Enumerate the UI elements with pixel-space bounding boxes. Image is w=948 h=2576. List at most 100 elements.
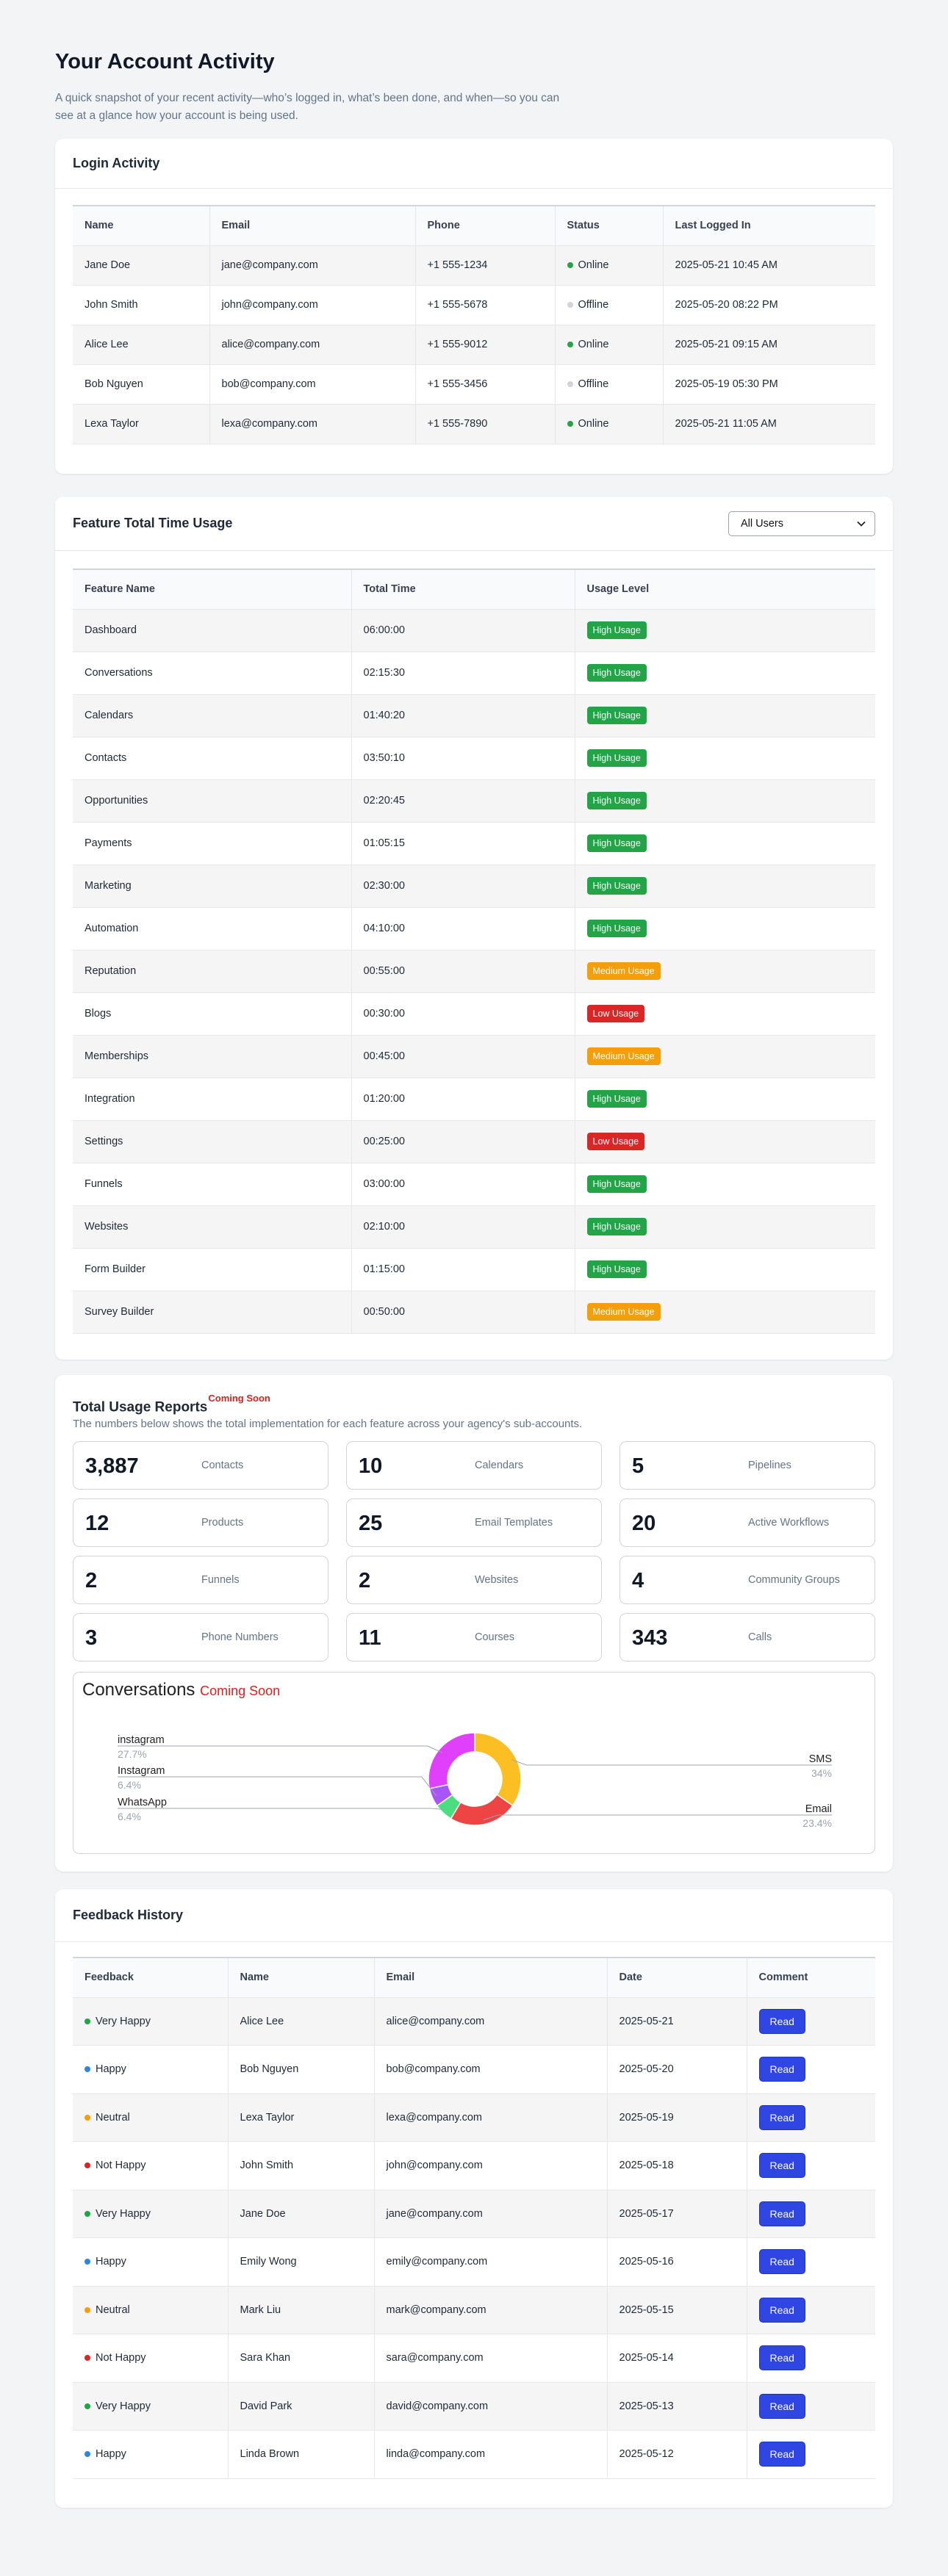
feedback-email: david@company.com — [374, 2382, 608, 2431]
feedback-dot-icon — [85, 2210, 90, 2217]
usage-level-badge: High Usage — [586, 621, 647, 639]
usage-level-cell: High Usage — [575, 907, 875, 950]
read-comment-button[interactable]: Read — [758, 2345, 805, 2371]
feedback-history-card: Feedback History Feedback Name Email Date Co… — [55, 1889, 893, 2508]
table-row: Jane Doe jane@company.com +1 555-1234 Onlin… — [73, 245, 875, 286]
donut-label: Instagram — [118, 1765, 165, 1777]
usage-level-cell: High Usage — [575, 1205, 875, 1249]
comment-cell: Read — [747, 1997, 875, 2046]
table-row: Automation 04:10:00 High Usage — [73, 907, 875, 950]
login-table-column-header: Status — [555, 206, 664, 246]
feature-name: Dashboard — [73, 609, 352, 652]
status-label: Online — [578, 418, 609, 430]
feedback-dot-icon — [85, 2403, 90, 2409]
read-comment-button[interactable]: Read — [758, 2104, 805, 2130]
feedback-date: 2025-05-19 — [607, 2093, 747, 2142]
table-row: Very Happy Alice Lee alice@company.com 2025… — [73, 1997, 875, 2046]
feedback-email: alice@company.com — [374, 1997, 608, 2046]
feedback-name: Bob Nguyen — [228, 2045, 375, 2094]
usage-level-badge: High Usage — [586, 749, 647, 767]
user-email: lexa@company.com — [209, 404, 416, 444]
feature-name: Blogs — [73, 992, 352, 1036]
stat-label: Products — [201, 1517, 244, 1529]
donut-percent: 6.4% — [118, 1779, 141, 1791]
read-comment-button[interactable]: Read — [758, 2153, 805, 2179]
status-dot-icon — [567, 302, 573, 309]
read-comment-button[interactable]: Read — [758, 2297, 805, 2323]
usage-level-cell: Low Usage — [575, 992, 875, 1036]
user-status: Online — [555, 404, 664, 444]
usage-reports-description: The numbers below shows the total implem… — [73, 1418, 583, 1430]
feedback-name: Linda Brown — [228, 2430, 375, 2479]
feature-name: Automation — [73, 907, 352, 950]
stat-value: 2 — [85, 1569, 98, 1592]
feedback-dot-icon — [85, 2451, 90, 2458]
user-status: Offline — [555, 364, 664, 405]
table-row: Survey Builder 00:50:00 Medium Usage — [73, 1291, 875, 1334]
feedback-email: jane@company.com — [374, 2190, 608, 2238]
stat-label: Phone Numbers — [201, 1631, 279, 1643]
status-dot-icon — [567, 381, 573, 388]
usage-level-cell: High Usage — [575, 652, 875, 695]
feature-usage-table: Feature Name Total Time Usage Level Dashbo… — [73, 569, 875, 1334]
conversations-panel: Conversations Coming Soon instagram 27.7%… — [73, 1672, 875, 1854]
feature-name: Survey Builder — [73, 1291, 352, 1334]
feature-usage-card: Feature Total Time Usage All Users Featu… — [55, 497, 893, 1360]
user-phone: +1 555-9012 — [415, 325, 556, 365]
read-comment-button[interactable]: Read — [758, 2442, 805, 2467]
table-row: Calendars 01:40:20 High Usage — [73, 694, 875, 737]
feedback-cell: Not Happy — [73, 2334, 229, 2383]
feedback-label: Very Happy — [96, 2400, 151, 2412]
feedback-dot-icon — [85, 2066, 90, 2073]
table-row: Contacts 03:50:10 High Usage — [73, 737, 875, 780]
table-row: Memberships 00:45:00 Medium Usage — [73, 1035, 875, 1078]
feedback-date: 2025-05-18 — [607, 2141, 747, 2190]
feature-name: Websites — [73, 1205, 352, 1249]
comment-cell: Read — [747, 2141, 875, 2190]
feedback-email: mark@company.com — [374, 2286, 608, 2334]
read-comment-button[interactable]: Read — [758, 2201, 805, 2226]
read-comment-button[interactable]: Read — [758, 2249, 805, 2275]
feedback-dot-icon — [85, 2259, 90, 2265]
feedback-name: David Park — [228, 2382, 375, 2431]
usage-level-cell: Medium Usage — [575, 1291, 875, 1334]
last-logged-in: 2025-05-21 11:05 AM — [663, 404, 875, 444]
feedback-dot-icon — [85, 2306, 90, 2313]
usage-level-badge: Low Usage — [586, 1133, 645, 1150]
feature-total-time: 03:00:00 — [351, 1163, 575, 1206]
usage-reports-card: Total Usage ReportsComing Soon The numbe… — [55, 1375, 893, 1872]
stat-label: Courses — [475, 1631, 514, 1643]
user-filter-select[interactable]: All Users — [728, 510, 875, 536]
feedback-cell: Very Happy — [73, 1997, 229, 2046]
feedback-table-column-header: Comment — [747, 1958, 875, 1998]
user-email: jane@company.com — [209, 245, 416, 286]
usage-level-badge: High Usage — [586, 1175, 647, 1193]
table-row: Marketing 02:30:00 High Usage — [73, 865, 875, 908]
comment-cell: Read — [747, 2286, 875, 2334]
user-name: Bob Nguyen — [73, 364, 210, 405]
feedback-label: Very Happy — [96, 2207, 151, 2220]
read-comment-button[interactable]: Read — [758, 2393, 805, 2419]
feature-name: Contacts — [73, 737, 352, 780]
stat-value: 11 — [359, 1626, 381, 1650]
feedback-email: john@company.com — [374, 2141, 608, 2190]
usage-stat-websites: 2 Websites — [346, 1556, 602, 1604]
read-comment-button[interactable]: Read — [758, 2008, 805, 2034]
usage-level-cell: High Usage — [575, 779, 875, 823]
table-row: Payments 01:05:15 High Usage — [73, 822, 875, 865]
feedback-date: 2025-05-16 — [607, 2237, 747, 2287]
stat-label: Contacts — [201, 1460, 244, 1471]
usage-stat-email-templates: 25 Email Templates — [346, 1498, 602, 1547]
donut-percent: 27.7% — [118, 1748, 147, 1760]
user-phone: +1 555-5678 — [415, 285, 556, 325]
status-dot-icon — [567, 342, 573, 348]
donut-leader-line — [118, 1745, 442, 1753]
table-row: Happy Bob Nguyen bob@company.com 2025-05-20… — [73, 2045, 875, 2094]
feedback-date: 2025-05-20 — [607, 2045, 747, 2094]
table-row: Happy Emily Wong emily@company.com 2025-05-… — [73, 2237, 875, 2287]
read-comment-button[interactable]: Read — [758, 2057, 805, 2082]
comment-cell: Read — [747, 2190, 875, 2238]
user-phone: +1 555-1234 — [415, 245, 556, 286]
donut-label: SMS — [809, 1753, 832, 1765]
feedback-label: Happy — [96, 2256, 126, 2268]
